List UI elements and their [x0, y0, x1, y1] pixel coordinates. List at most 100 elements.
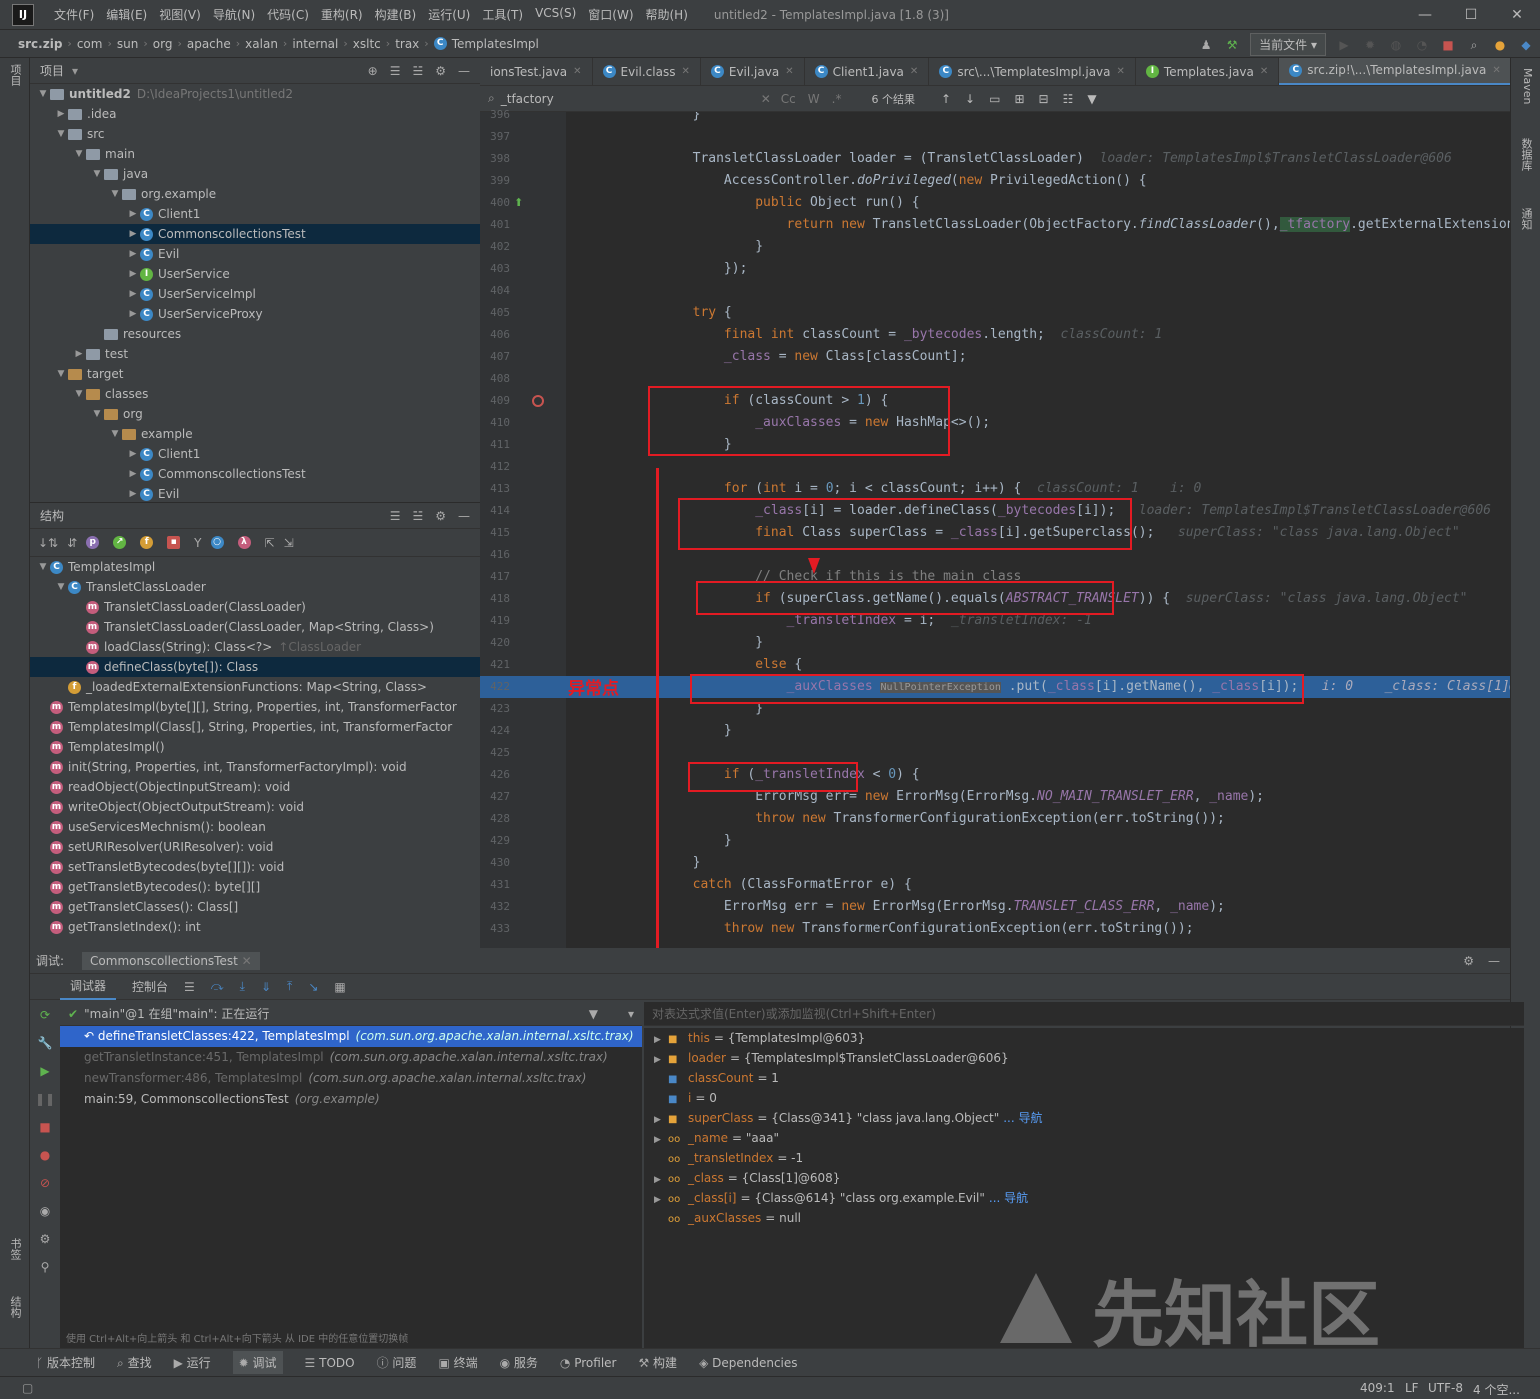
chevron-down-icon[interactable]: ▼ — [54, 582, 68, 592]
project-tree-item[interactable]: ▶ C UserServiceImpl — [30, 284, 480, 304]
menu-item[interactable]: 窗口(W) — [582, 6, 639, 23]
locate-icon[interactable]: ⊕ — [368, 64, 378, 78]
hide-icon[interactable]: — — [1488, 954, 1500, 968]
breadcrumb-item[interactable]: internal — [292, 37, 338, 51]
menu-item[interactable]: 编辑(E) — [100, 6, 153, 23]
chevron-right-icon[interactable]: ▶ — [654, 1030, 668, 1050]
sort-alpha-icon[interactable]: ⇵ — [67, 536, 77, 550]
breadcrumb-item[interactable]: xalan — [245, 37, 278, 51]
project-tree-item[interactable]: ▶ C CommonscollectionsTest — [30, 464, 480, 484]
bookmarks-tool-tab[interactable]: 书签 — [9, 1238, 23, 1260]
project-tree-item[interactable]: ▼ main — [30, 144, 480, 164]
stack-frame[interactable]: getTransletInstance:451, TemplatesImpl (c… — [60, 1047, 642, 1068]
rerun-icon[interactable]: ⟳ — [40, 1008, 50, 1022]
tool-window-button[interactable]: ◉ 服务 — [500, 1354, 538, 1371]
project-tree-item[interactable]: ▼ classes — [30, 384, 480, 404]
structure-tree-item[interactable]: f _loadedExternalExtensionFunctions: Map<… — [30, 677, 480, 697]
variable-row[interactable]: ■ classCount = 1 — [644, 1068, 1524, 1088]
menu-item[interactable]: 视图(V) — [153, 6, 207, 23]
project-tree-item[interactable]: ▶ test — [30, 344, 480, 364]
maximize-icon[interactable]: ☐ — [1448, 7, 1494, 23]
minimize-icon[interactable]: — — [1402, 7, 1448, 23]
structure-tree-item[interactable]: m TransletClassLoader(ClassLoader, Map<St… — [30, 617, 480, 637]
thread-selector[interactable]: ✔ "main"@1 在组"main": 正在运行 ▼ ▾ — [60, 1002, 642, 1026]
clear-icon[interactable]: ✕ — [761, 92, 771, 106]
variable-row[interactable]: oo _transletIndex = -1 — [644, 1148, 1524, 1168]
pin-icon[interactable]: ⚲ — [41, 1260, 50, 1274]
encoding[interactable]: UTF-8 — [1428, 1381, 1463, 1395]
breadcrumb-item[interactable]: apache — [187, 37, 231, 51]
mute-breakpoints-icon[interactable]: ⊘ — [40, 1176, 50, 1190]
show-inherited-icon[interactable]: ↗ — [113, 536, 127, 549]
prev-occurrence-icon[interactable]: ↑ — [941, 92, 951, 106]
select-all-occurrences-icon[interactable]: ☷ — [1063, 92, 1074, 106]
next-occurrence-icon[interactable]: ↓ — [965, 92, 975, 106]
tab-debugger[interactable]: 调试器 — [60, 973, 117, 1000]
stop-icon[interactable]: ■ — [1440, 37, 1456, 53]
tool-window-button[interactable]: ▶ 运行 — [174, 1354, 211, 1371]
menu-item[interactable]: 文件(F) — [48, 6, 100, 23]
anonymous-classes-icon[interactable]: ○ — [210, 536, 224, 549]
view-breakpoints-icon[interactable]: ● — [40, 1148, 50, 1162]
update-icon[interactable]: ● — [1492, 37, 1508, 53]
remove-occurrence-icon[interactable]: ⊟ — [1039, 92, 1049, 106]
select-all-icon[interactable]: ▭ — [989, 92, 1000, 106]
breadcrumb-item[interactable]: xsltc — [353, 37, 381, 51]
project-tree-item[interactable]: ▶ C Client1 — [30, 444, 480, 464]
menu-item[interactable]: 运行(U) — [422, 6, 476, 23]
navigate-link[interactable]: ... 导航 — [1003, 1111, 1042, 1125]
structure-tree-item[interactable]: m readObject(ObjectInputStream): void — [30, 777, 480, 797]
structure-tree-item[interactable]: m loadClass(String): Class<?> ↑ClassLoader — [30, 637, 480, 657]
lambdas-icon[interactable]: λ — [237, 536, 251, 549]
project-tree-item[interactable]: ▶ I UserService — [30, 264, 480, 284]
project-tree-item[interactable]: ▶ C CommonscollectionsTest — [30, 224, 480, 244]
chevron-right-icon[interactable]: ▶ — [654, 1190, 668, 1210]
structure-tree-item[interactable]: m defineClass(byte[]): Class — [30, 657, 480, 677]
editor-tab[interactable]: C Evil.class ✕ — [593, 58, 701, 85]
structure-tree-item[interactable]: m TemplatesImpl() — [30, 737, 480, 757]
chevron-right-icon[interactable]: ▶ — [126, 289, 140, 299]
chevron-right-icon[interactable]: ▶ — [126, 449, 140, 459]
project-tree-item[interactable]: ▼ untitled2 D:\IdeaProjects1\untitled2 — [30, 84, 480, 104]
structure-tree-item[interactable]: m getTransletClasses(): Class[] — [30, 897, 480, 917]
project-tree-item[interactable]: ▶ C Evil — [30, 484, 480, 502]
evaluate-expression-input[interactable]: 对表达式求值(Enter)或添加监视(Ctrl+Shift+Enter) — [644, 1002, 1524, 1026]
breadcrumb-item[interactable]: trax — [395, 37, 419, 51]
autoscroll-from-source-icon[interactable]: ⇲ — [284, 536, 294, 550]
editor-tab[interactable]: C Client1.java ✕ — [805, 58, 930, 85]
stack-frame[interactable]: ↶ defineTransletClasses:422, TemplatesIm… — [60, 1026, 642, 1047]
project-tree-item[interactable]: ▼ org.example — [30, 184, 480, 204]
editor-tab[interactable]: I Templates.java ✕ — [1136, 58, 1280, 85]
hide-icon[interactable]: — — [458, 509, 470, 523]
chevron-right-icon[interactable]: ▶ — [126, 309, 140, 319]
tab-console[interactable]: 控制台 — [132, 978, 168, 995]
coverage-icon[interactable]: ◍ — [1388, 37, 1404, 53]
menu-item[interactable]: VCS(S) — [529, 6, 582, 23]
filter-icon[interactable]: ▼ — [1087, 92, 1096, 106]
structure-tree-item[interactable]: m writeObject(ObjectOutputStream): void — [30, 797, 480, 817]
maven-tool-tab[interactable]: Maven — [1520, 68, 1534, 104]
chevron-down-icon[interactable]: ▼ — [90, 169, 104, 179]
tool-window-button[interactable]: ▣ 终端 — [438, 1354, 477, 1371]
autoscroll-to-source-icon[interactable]: ⇱ — [265, 536, 275, 550]
chevron-right-icon[interactable]: ▶ — [126, 209, 140, 219]
gear-icon[interactable]: ⚙ — [435, 64, 446, 78]
camera-icon[interactable]: ◉ — [40, 1204, 50, 1218]
chevron-right-icon[interactable]: ▶ — [126, 229, 140, 239]
close-icon[interactable]: ✕ — [1260, 66, 1268, 77]
breadcrumb-item[interactable]: src.zip — [18, 37, 62, 51]
variable-row[interactable]: ■ i = 0 — [644, 1088, 1524, 1108]
sort-visibility-icon[interactable]: ↓⇅ — [38, 536, 58, 550]
editor-tab[interactable]: Csrc.zip!\...\TemplatesImpl.java ✕ — [1279, 58, 1510, 85]
tool-window-button[interactable]: ⚒ 构建 — [638, 1354, 677, 1371]
structure-tree-item[interactable]: m init(String, Properties, int, Transform… — [30, 757, 480, 777]
stop-icon[interactable]: ■ — [39, 1120, 50, 1134]
close-icon[interactable]: ✕ — [910, 66, 918, 77]
chevron-down-icon[interactable]: ▼ — [108, 189, 122, 199]
filter-icon[interactable]: ▼ — [589, 1007, 598, 1021]
show-fields-icon[interactable]: f — [140, 536, 154, 549]
find-input[interactable]: _tfactory — [501, 92, 761, 106]
build-hammer-icon[interactable]: ⚒ — [1224, 37, 1240, 53]
gear-icon[interactable]: ⚙ — [1463, 954, 1474, 968]
project-tree-item[interactable]: resources — [30, 324, 480, 344]
